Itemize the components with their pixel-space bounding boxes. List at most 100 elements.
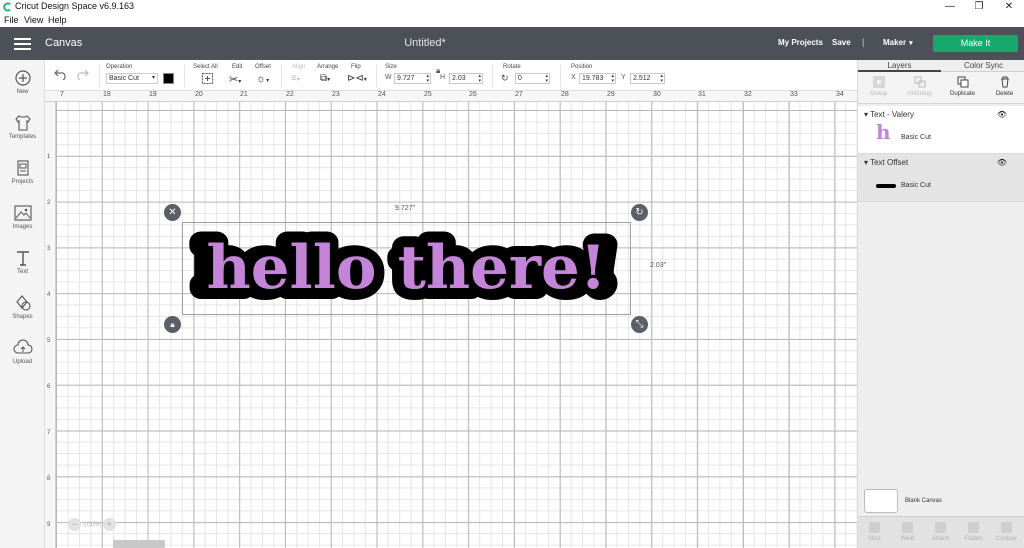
machine-select-value: Maker (883, 38, 907, 47)
tool-label: Text (16, 269, 28, 275)
arrange-dropdown[interactable]: ⧉▾ (320, 73, 330, 85)
horizontal-scrollbar[interactable] (113, 540, 165, 548)
resize-handle-icon[interactable]: ⤡ (631, 316, 648, 333)
flatten-button[interactable]: Flatten (957, 522, 990, 542)
height-input[interactable]: 2.03 ▴ ▾ (449, 73, 483, 84)
ruler-tick-label: 8 (47, 476, 51, 482)
layer-group-title: ▾ Text Offset (864, 158, 908, 167)
spinner-icon[interactable]: ▴ ▾ (611, 74, 614, 84)
menu-file[interactable]: File (4, 15, 19, 25)
operation-label: Operation (106, 64, 133, 70)
cloud-upload-icon (12, 339, 33, 354)
operation-color-swatch[interactable] (163, 73, 174, 84)
tab-color-sync[interactable]: Color Sync (942, 61, 1024, 70)
layer-item-operation[interactable]: Basic Cut (901, 182, 931, 189)
spinner-icon[interactable]: ▴ ▾ (426, 74, 429, 84)
offset-button[interactable]: ☼▾ (256, 73, 269, 85)
tool-projects[interactable]: Projects (0, 159, 45, 185)
layer-item-operation[interactable]: Basic Cut (901, 134, 931, 141)
zoom-out-button[interactable]: − (68, 518, 81, 531)
attach-button[interactable]: Attach (924, 522, 957, 542)
eye-icon[interactable]: 👁︎ (997, 158, 1007, 167)
select-all-icon[interactable] (202, 73, 213, 84)
ruler-tick-label: 24 (378, 91, 386, 98)
tool-label: Templates (8, 134, 37, 140)
maximize-button[interactable]: ❐ (967, 0, 991, 14)
menu-bar: File View Help (0, 14, 1024, 27)
ruler-tick-label: 1 (47, 154, 51, 160)
tool-upload[interactable]: Upload (0, 339, 45, 365)
toolbar-divider (99, 65, 100, 87)
tshirt-icon (14, 115, 31, 131)
tool-text[interactable]: Text (0, 249, 45, 275)
caret-down-icon[interactable]: ▾ (864, 110, 868, 119)
contour-button[interactable]: Contour (990, 522, 1023, 542)
machine-select[interactable]: Maker ▾ (883, 38, 913, 47)
flatten-label: Flatten (964, 536, 983, 542)
panel-tabs: Layers Color Sync (858, 60, 1024, 72)
lock-handle-icon[interactable]: 🔒︎ (164, 316, 181, 333)
blank-canvas-swatch[interactable] (864, 489, 898, 513)
position-x-input[interactable]: 19.783 ▴ ▾ (579, 73, 616, 84)
delete-button[interactable]: Delete (984, 76, 1024, 97)
group-button[interactable]: Group (858, 76, 899, 97)
layer-group-text-offset[interactable]: ▾ Text Offset 👁︎ Basic Cut (858, 154, 1024, 202)
menu-view[interactable]: View (24, 15, 43, 25)
window-title: Cricut Design Space v6.9.163 (15, 1, 135, 11)
rotate-input[interactable]: 0 ▴ ▾ (515, 73, 550, 84)
layer-group-name: Text Offset (870, 158, 909, 167)
tool-images[interactable]: Images (0, 204, 45, 230)
ruler-tick-label: 3 (47, 246, 51, 252)
edit-dropdown[interactable]: ✂▾ (229, 73, 241, 86)
layer-actions: Group UnGroup Duplicate Delete (858, 72, 1024, 104)
tab-layers[interactable]: Layers (858, 61, 941, 72)
ruler-tick-label: 7 (47, 430, 51, 436)
layer-thumbnail: h (876, 120, 891, 144)
ruler-tick-label: 18 (103, 91, 111, 98)
caret-down-icon[interactable]: ▾ (864, 158, 868, 167)
trash-icon (1000, 76, 1009, 88)
close-window-button[interactable]: ✕ (997, 0, 1021, 14)
ruler-tick-label: 30 (653, 91, 661, 98)
spinner-icon[interactable]: ▴ ▾ (478, 74, 481, 84)
minimize-button[interactable]: — (938, 0, 962, 14)
ungroup-button[interactable]: UnGroup (899, 76, 940, 97)
align-label: Align (292, 64, 306, 70)
tool-templates[interactable]: Templates (0, 114, 45, 140)
flip-dropdown[interactable]: ⊳⊲▾ (347, 73, 367, 85)
menu-help[interactable]: Help (48, 15, 67, 25)
rotate-handle-icon[interactable]: ↻ (631, 204, 648, 221)
weld-label: Weld (900, 536, 915, 542)
operation-select[interactable]: Basic Cut ▾ (106, 73, 158, 84)
toolbar-divider (184, 65, 185, 87)
edit-label: Edit (232, 64, 243, 70)
width-input[interactable]: 9.727 ▴ ▾ (394, 73, 431, 84)
spinner-icon[interactable]: ▴ ▾ (545, 74, 548, 84)
delete-label: Delete (995, 91, 1014, 97)
save-link[interactable]: Save (832, 38, 851, 47)
width-dimension-label: 9.727" (395, 205, 416, 212)
tool-new[interactable]: New (0, 69, 45, 95)
undo-icon[interactable] (54, 68, 68, 80)
duplicate-button[interactable]: Duplicate (942, 76, 983, 97)
tool-shapes[interactable]: Shapes (0, 294, 45, 320)
tool-label: Images (12, 224, 33, 230)
make-it-button[interactable]: Make It (933, 35, 1018, 52)
remove-handle-icon[interactable]: ✕ (164, 204, 181, 221)
zoom-in-button[interactable]: + (102, 518, 116, 531)
weld-button[interactable]: Weld (891, 522, 924, 542)
position-x-value: 19.783 (582, 75, 604, 82)
edit-toolbar: Operation Basic Cut ▾ Select All Edit ✂▾… (45, 60, 857, 91)
position-y-input[interactable]: 2.512 ▴ ▾ (630, 73, 665, 84)
redo-icon[interactable] (75, 68, 89, 80)
layer-group-text-valery[interactable]: ▾ Text - Valery 👁︎ h Basic Cut (858, 106, 1024, 154)
slice-button[interactable]: Slice (858, 522, 891, 542)
layers-panel: Layers Color Sync Group UnGroup Duplicat… (857, 60, 1024, 548)
ruler-horizontal: 7 18 19 20 21 22 23 24 25 26 27 28 29 30… (45, 91, 857, 102)
selection-box[interactable] (182, 222, 631, 315)
spinner-icon[interactable]: ▴ ▾ (660, 74, 663, 84)
my-projects-link[interactable]: My Projects (778, 38, 823, 47)
blank-canvas-row[interactable]: Blank Canvas (864, 489, 1019, 516)
align-dropdown[interactable]: ≡▾ (291, 73, 300, 85)
eye-icon[interactable]: 👁︎ (997, 110, 1007, 119)
